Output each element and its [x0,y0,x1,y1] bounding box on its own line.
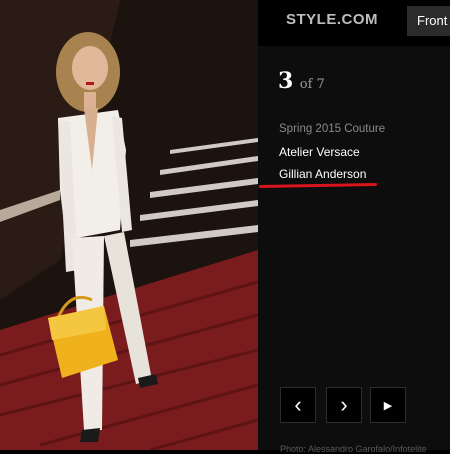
slide-counter: 3 of 7 [278,68,325,94]
red-underline-mark [258,182,378,189]
top-bar: STYLE.COM Front R [258,0,450,46]
photo-illustration [0,0,258,450]
photo-credit: Photo: Alessandro Garofalo/Infotelite [280,444,427,454]
chevron-right-icon: › [340,392,348,417]
runway-photo [0,0,258,450]
next-button[interactable]: › [326,387,362,423]
front-row-button[interactable]: Front R [407,6,450,36]
chevron-left-icon: ‹ [294,392,302,417]
play-icon: ▶ [383,399,393,412]
prev-button[interactable]: ‹ [280,387,316,423]
season-label: Spring 2015 Couture [279,123,386,135]
site-logo[interactable]: STYLE.COM [286,11,378,28]
slide-total: of 7 [299,77,325,92]
celebrity-label[interactable]: Gillian Anderson [279,167,366,181]
slide-current: 3 [278,68,294,94]
caption-panel: 3 of 7 Spring 2015 Couture Atelier Versa… [258,46,450,454]
play-button[interactable]: ▶ [370,387,406,423]
designer-label[interactable]: Atelier Versace [279,145,360,159]
